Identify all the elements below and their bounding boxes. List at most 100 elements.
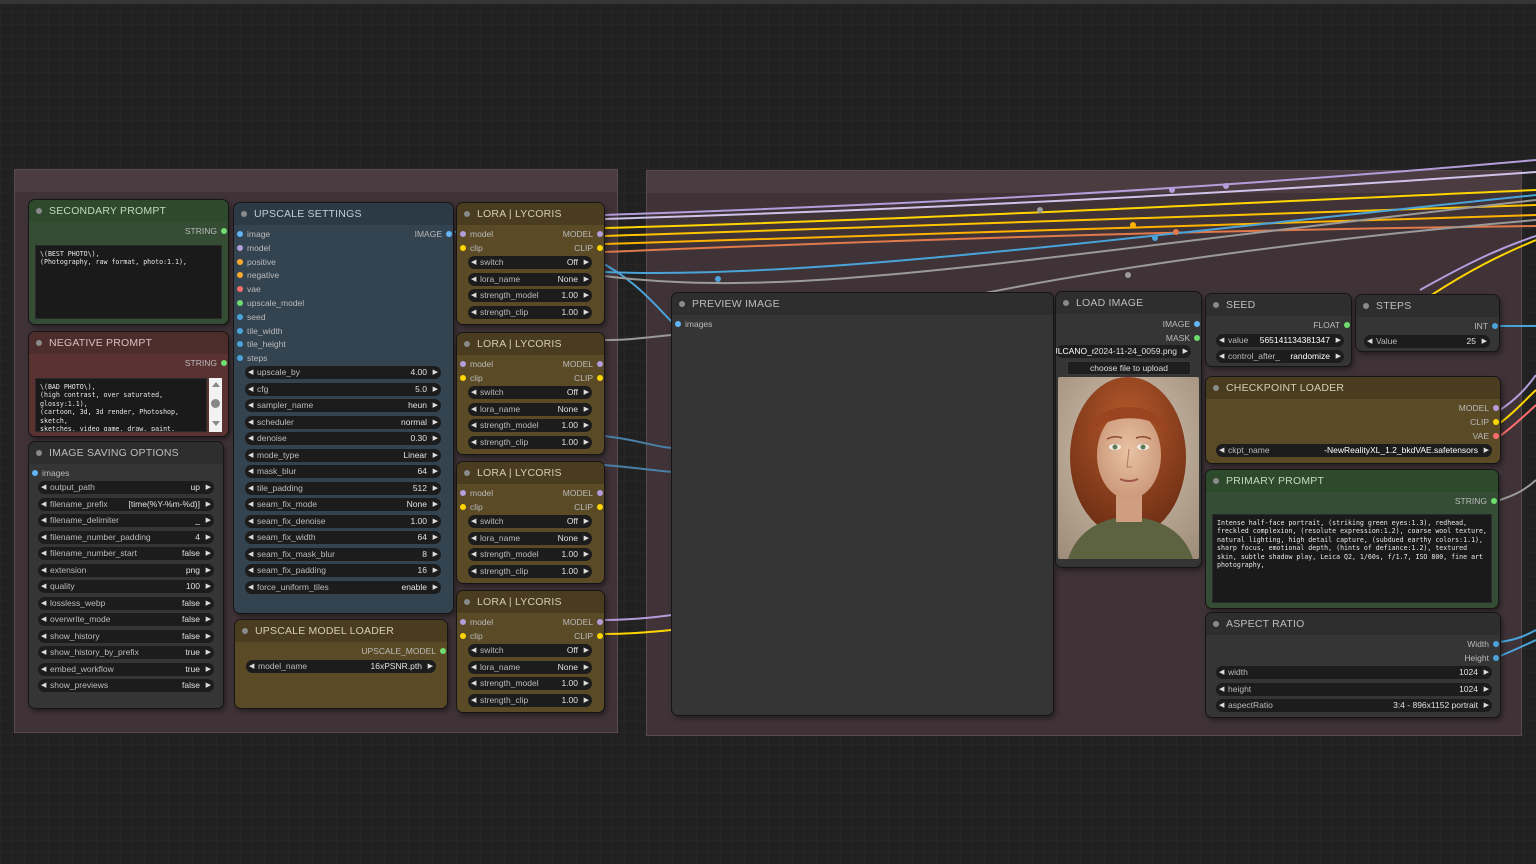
arrow-left-icon[interactable]: ◀ (471, 661, 476, 674)
upscale-model-loader-node[interactable]: UPSCALE MODEL LOADER UPSCALE_MODEL ◀ mod… (235, 620, 447, 708)
arrow-right-icon[interactable]: ▶ (584, 677, 589, 690)
model-input[interactable]: model (459, 228, 493, 240)
aspect-height-widget[interactable]: ◀ height 1024 ▶ (1216, 682, 1492, 696)
strength-clip-widget[interactable]: ◀ strength_clip 1.00 ▶ (468, 564, 592, 578)
strength-clip-widget[interactable]: ◀ strength_clip 1.00 ▶ (468, 435, 592, 449)
arrow-left-icon[interactable]: ◀ (41, 531, 46, 544)
steps-input[interactable]: steps (236, 352, 267, 364)
scroll-thumb[interactable] (211, 399, 220, 408)
arrow-right-icon[interactable]: ▶ (584, 403, 589, 416)
saving-show-previews-widget[interactable]: ◀ show_previews false ▶ (38, 679, 214, 692)
image-output[interactable]: IMAGE (1163, 318, 1201, 330)
lora-name-widget[interactable]: ◀ lora_name None ▶ (468, 660, 592, 674)
saving-filename-number-padding-widget[interactable]: ◀ filename_number_padding 4 ▶ (38, 530, 214, 544)
strength-clip-widget[interactable]: ◀ strength_clip 1.00 ▶ (468, 693, 592, 707)
arrow-right-icon[interactable]: ▶ (433, 531, 438, 544)
arrow-right-icon[interactable]: ▶ (433, 449, 438, 462)
arrow-left-icon[interactable]: ◀ (248, 482, 253, 495)
ckpt-name-widget[interactable]: ◀ ckpt_name -NewRealityXL_1.2_bkdVAE.saf… (1216, 444, 1492, 457)
arrow-left-icon[interactable]: ◀ (41, 547, 46, 560)
clip-input[interactable]: clip (459, 501, 483, 513)
arrow-right-icon[interactable]: ▶ (1484, 444, 1489, 457)
checkpoint-loader-node[interactable]: CHECKPOINT LOADER MODEL CLIP VAE ◀ ckpt_… (1206, 377, 1500, 463)
arrow-right-icon[interactable]: ▶ (1336, 334, 1341, 347)
arrow-right-icon[interactable]: ▶ (584, 436, 589, 449)
tile-padding-widget[interactable]: ◀ tile_padding 512 ▶ (245, 481, 441, 495)
scroll-up-icon[interactable] (212, 382, 220, 387)
clip-input[interactable]: clip (459, 630, 483, 642)
arrow-right-icon[interactable]: ▶ (433, 383, 438, 396)
preview-image-node[interactable]: PREVIEW IMAGE images (672, 293, 1053, 715)
mask-blur-widget[interactable]: ◀ mask_blur 64 ▶ (245, 465, 441, 478)
model-output[interactable]: MODEL (563, 358, 604, 370)
arrow-left-icon[interactable]: ◀ (1219, 334, 1224, 347)
upscale-model-output[interactable]: UPSCALE_MODEL (361, 645, 447, 657)
arrow-right-icon[interactable]: ▶ (433, 432, 438, 445)
model-input[interactable]: model (236, 242, 270, 254)
arrow-right-icon[interactable]: ▶ (433, 498, 438, 511)
arrow-left-icon[interactable]: ◀ (1219, 683, 1224, 696)
saving-filename-number-start-widget[interactable]: ◀ filename_number_start false ▶ (38, 547, 214, 560)
seed-input[interactable]: seed (236, 311, 265, 323)
arrow-left-icon[interactable]: ◀ (1219, 444, 1224, 457)
arrow-right-icon[interactable]: ▶ (584, 419, 589, 432)
arrow-left-icon[interactable]: ◀ (471, 515, 476, 528)
saving-show-history-widget[interactable]: ◀ show_history false ▶ (38, 629, 214, 643)
saving-overwrite-mode-widget[interactable]: ◀ overwrite_mode false ▶ (38, 613, 214, 626)
steps-value-widget[interactable]: ◀ Value 25 ▶ (1364, 335, 1490, 348)
scroll-down-icon[interactable] (212, 421, 220, 426)
saving-filename-delimiter-widget[interactable]: ◀ filename_delimiter _ ▶ (38, 514, 214, 527)
strength-model-widget[interactable]: ◀ strength_model 1.00 ▶ (468, 677, 592, 690)
aspect-width-widget[interactable]: ◀ width 1024 ▶ (1216, 666, 1492, 679)
positive-input[interactable]: positive (236, 256, 276, 268)
model-input[interactable]: model (459, 358, 493, 370)
arrow-right-icon[interactable]: ▶ (206, 564, 211, 577)
arrow-right-icon[interactable]: ▶ (1484, 666, 1489, 679)
arrow-left-icon[interactable]: ◀ (1219, 666, 1224, 679)
arrow-left-icon[interactable]: ◀ (41, 498, 46, 511)
arrow-left-icon[interactable]: ◀ (41, 613, 46, 626)
arrow-right-icon[interactable]: ▶ (206, 630, 211, 643)
float-output[interactable]: FLOAT (1313, 319, 1351, 331)
model-input[interactable]: model (459, 487, 493, 499)
arrow-left-icon[interactable]: ◀ (1219, 350, 1224, 363)
arrow-right-icon[interactable]: ▶ (206, 646, 211, 659)
switch-widget[interactable]: ◀ switch Off ▶ (468, 515, 592, 528)
tile-width-input[interactable]: tile_width (236, 325, 282, 337)
strength-model-widget[interactable]: ◀ strength_model 1.00 ▶ (468, 548, 592, 561)
arrow-right-icon[interactable]: ▶ (206, 531, 211, 544)
arrow-left-icon[interactable]: ◀ (248, 399, 253, 412)
model-output[interactable]: MODEL (1459, 402, 1500, 414)
aspect-ratio-node[interactable]: ASPECT RATIO Width Height ◀ width 1024 ▶ ◀ he… (1206, 613, 1500, 717)
clip-input[interactable]: clip (459, 242, 483, 254)
arrow-left-icon[interactable]: ◀ (41, 514, 46, 527)
vae-output[interactable]: VAE (1473, 430, 1500, 442)
arrow-left-icon[interactable]: ◀ (248, 548, 253, 561)
arrow-left-icon[interactable]: ◀ (471, 386, 476, 399)
saving-filename-prefix-widget[interactable]: ◀ filename_prefix [time(%Y-%m-%d)] ▶ (38, 497, 214, 511)
model-output[interactable]: MODEL (563, 616, 604, 628)
images-input[interactable]: images (31, 467, 69, 479)
arrow-right-icon[interactable]: ▶ (584, 273, 589, 286)
cfg-widget[interactable]: ◀ cfg 5.0 ▶ (245, 382, 441, 396)
clip-input[interactable]: clip (459, 372, 483, 384)
arrow-right-icon[interactable]: ▶ (584, 289, 589, 302)
saving-extension-widget[interactable]: ◀ extension png ▶ (38, 563, 214, 577)
arrow-left-icon[interactable]: ◀ (248, 498, 253, 511)
model-output[interactable]: MODEL (563, 487, 604, 499)
arrow-right-icon[interactable]: ▶ (206, 663, 211, 676)
arrow-left-icon[interactable]: ◀ (248, 564, 253, 577)
model-output[interactable]: MODEL (563, 228, 604, 240)
arrow-right-icon[interactable]: ▶ (584, 515, 589, 528)
arrow-right-icon[interactable]: ▶ (584, 256, 589, 269)
scheduler-widget[interactable]: ◀ scheduler normal ▶ (245, 415, 441, 429)
arrow-right-icon[interactable]: ▶ (206, 498, 211, 511)
image-file-widget[interactable]: VULCANO_r 2024-11-24_0059.png ▶ (1056, 345, 1191, 358)
saving-quality-widget[interactable]: ◀ quality 100 ▶ (38, 580, 214, 593)
arrow-left-icon[interactable]: ◀ (248, 383, 253, 396)
arrow-right-icon[interactable]: ▶ (584, 306, 589, 319)
arrow-left-icon[interactable]: ◀ (41, 481, 46, 494)
arrow-left-icon[interactable]: ◀ (41, 564, 46, 577)
arrow-left-icon[interactable]: ◀ (1219, 699, 1224, 712)
height-output[interactable]: Height (1464, 652, 1500, 664)
